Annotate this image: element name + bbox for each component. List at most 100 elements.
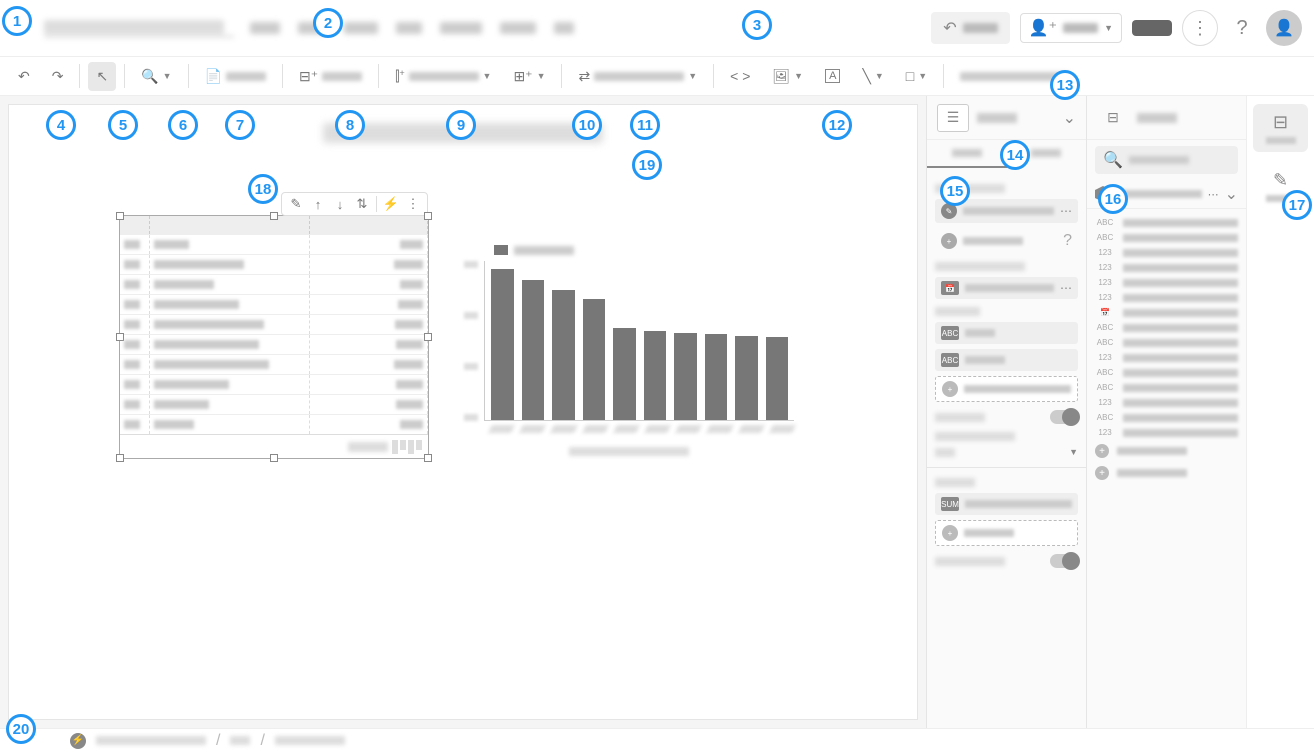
select-tool[interactable]: ↖ — [88, 62, 116, 91]
drilldown-toggle[interactable] — [935, 410, 1078, 424]
dimension-field-2[interactable]: ABC — [935, 349, 1078, 371]
field-item[interactable]: 123 — [1095, 395, 1238, 410]
settings-icon[interactable]: ⇅ — [354, 196, 370, 212]
menu-insert[interactable] — [396, 22, 422, 34]
menu-resource[interactable] — [554, 22, 574, 34]
field-type-icon: ABC — [1095, 413, 1115, 422]
shape-tool[interactable]: □▼ — [898, 62, 935, 90]
chart-type-selector[interactable]: ☰ ⌄ — [927, 96, 1086, 140]
table-row[interactable] — [120, 374, 428, 394]
add-dimension-button[interactable]: + — [935, 376, 1078, 402]
rail-data[interactable]: ⊟ — [1253, 104, 1308, 152]
redo-tool[interactable]: ↷ — [44, 62, 72, 91]
image-tool[interactable]: 🖼▼ — [764, 62, 811, 91]
table-row[interactable] — [120, 414, 428, 434]
menu-page[interactable] — [440, 22, 482, 34]
user-avatar[interactable]: 👤 — [1266, 10, 1302, 46]
add-control-tool[interactable]: ⇄▼ — [570, 62, 705, 91]
share-button[interactable]: 👤⁺ ▼ — [1020, 13, 1122, 43]
edit-icon[interactable]: ✎ — [288, 196, 304, 212]
field-search-input[interactable]: 🔍 — [1095, 146, 1238, 174]
add-parameter-button[interactable]: + — [1095, 462, 1238, 484]
table-row[interactable] — [120, 234, 428, 254]
field-item[interactable]: ABC — [1095, 230, 1238, 245]
tab-setup[interactable] — [927, 140, 1007, 168]
menu-view[interactable] — [344, 22, 378, 34]
report-canvas[interactable]: ✎ ↑ ↓ ⇅ ⚡ ⋮ — [8, 104, 918, 720]
menu-arrange[interactable] — [500, 22, 536, 34]
field-item[interactable]: ABC — [1095, 320, 1238, 335]
field-item[interactable]: 123 — [1095, 290, 1238, 305]
add-data-tool[interactable]: ⊟⁺ — [291, 62, 370, 91]
field-type-icon: ABC — [1095, 368, 1115, 377]
field-type-icon: 123 — [1095, 293, 1115, 302]
callout-6: 6 — [168, 110, 198, 140]
field-item[interactable]: ABC — [1095, 215, 1238, 230]
dimension-field-1[interactable]: ABC — [935, 322, 1078, 344]
table-row[interactable] — [120, 254, 428, 274]
drilldown-level-select[interactable]: ▼ — [935, 447, 1078, 457]
field-item[interactable]: ABC — [1095, 335, 1238, 350]
table-row[interactable] — [120, 334, 428, 354]
field-item[interactable]: ABC — [1095, 365, 1238, 380]
add-page-tool[interactable]: 📄 — [197, 62, 274, 91]
search-icon: 🔍 — [1103, 150, 1123, 170]
table-chart[interactable]: ✎ ↑ ↓ ⇅ ⚡ ⋮ — [119, 215, 429, 459]
callout-10: 10 — [572, 110, 602, 140]
legend-label — [514, 246, 574, 255]
add-metric-button[interactable]: + — [935, 520, 1078, 546]
field-item[interactable]: 123 — [1095, 275, 1238, 290]
sort-desc-icon[interactable]: ↓ — [332, 196, 348, 212]
more-icon[interactable]: ⋮ — [405, 196, 421, 212]
zoom-tool[interactable]: 🔍▼ — [133, 62, 179, 91]
metric-field-1[interactable]: SUM — [935, 493, 1078, 515]
table-row[interactable] — [120, 354, 428, 374]
blend-data-button[interactable]: + ? — [935, 228, 1078, 254]
bar-chart[interactable] — [464, 245, 794, 461]
table-row[interactable] — [120, 314, 428, 334]
default-drilldown-select[interactable] — [935, 432, 1078, 441]
undo-tool[interactable]: ↶ — [10, 62, 38, 91]
callout-18: 18 — [248, 174, 278, 204]
text-tool[interactable]: A — [817, 63, 848, 89]
callout-17: 17 — [1282, 190, 1312, 220]
help-icon[interactable]: ? — [1063, 232, 1072, 250]
chevron-down-icon[interactable]: ▼ — [1104, 23, 1113, 33]
date-range-field[interactable]: 📅 ⋯ — [935, 277, 1078, 299]
add-field-button[interactable]: + — [1095, 440, 1238, 462]
optional-metrics-toggle[interactable] — [935, 554, 1078, 568]
undo-icon: ↶ — [18, 68, 30, 85]
field-item[interactable]: 123 — [1095, 245, 1238, 260]
type-text-icon: ABC — [941, 353, 959, 367]
report-title[interactable] — [44, 20, 234, 37]
table-row[interactable] — [120, 394, 428, 414]
bar — [735, 336, 758, 420]
field-type-icon: ABC — [1095, 233, 1115, 242]
menu-file[interactable] — [250, 22, 280, 34]
line-tool[interactable]: ╲▼ — [854, 62, 891, 91]
sort-asc-icon[interactable]: ↑ — [310, 196, 326, 212]
field-item[interactable]: 123 — [1095, 260, 1238, 275]
field-item[interactable]: 123 — [1095, 350, 1238, 365]
table-row[interactable] — [120, 294, 428, 314]
chevron-down-icon[interactable]: ⌄ — [1225, 184, 1238, 204]
field-item[interactable]: ABC — [1095, 410, 1238, 425]
add-chart-tool[interactable]: ⫿⁺▼ — [387, 62, 499, 91]
field-item[interactable]: ABC — [1095, 380, 1238, 395]
url-embed-tool[interactable]: < > — [722, 62, 758, 90]
bolt-icon[interactable]: ⚡ — [70, 733, 86, 749]
image-icon: 🖼 — [772, 68, 790, 85]
bolt-icon[interactable]: ⚡ — [383, 196, 399, 212]
view-button[interactable] — [1132, 20, 1172, 36]
callout-5: 5 — [108, 110, 138, 140]
more-options-button[interactable]: ⋮ — [1182, 10, 1218, 46]
table-row[interactable] — [120, 274, 428, 294]
field-item[interactable]: 123 — [1095, 425, 1238, 440]
chevron-down-icon[interactable]: ⌄ — [1063, 108, 1076, 128]
field-item[interactable]: 📅 — [1095, 305, 1238, 320]
field-type-icon: ABC — [1095, 218, 1115, 227]
chart-caption — [464, 443, 794, 461]
community-viz-tool[interactable]: ⊞⁺▼ — [505, 62, 553, 91]
undo-button[interactable]: ↶ — [931, 12, 1009, 44]
help-button[interactable]: ? — [1228, 14, 1256, 42]
